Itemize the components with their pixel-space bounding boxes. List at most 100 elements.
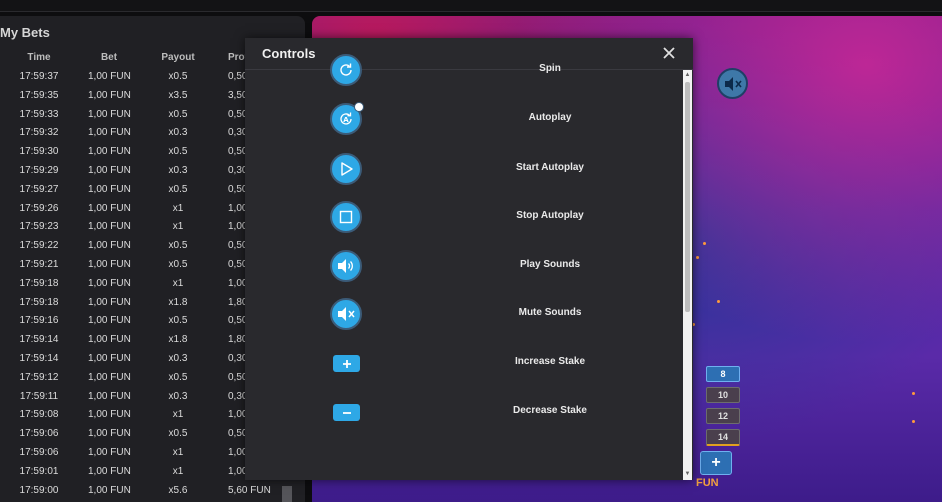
bet-payout: x0.3 [168, 352, 188, 364]
bet-amount: 1,00 FUN [88, 127, 131, 139]
sound-mute-icon [337, 306, 355, 322]
bet-amount: 1,00 FUN [88, 258, 131, 270]
stop-autoplay-button[interactable] [330, 201, 362, 233]
bet-time: 17:59:08 [19, 409, 59, 421]
scroll-thumb[interactable] [685, 82, 690, 312]
control-spin: Spin [245, 50, 681, 90]
bet-time: 17:59:06 [19, 428, 59, 440]
spark [696, 256, 699, 259]
bet-amount: 1,00 FUN [88, 409, 131, 421]
spark [703, 242, 706, 245]
stop-icon [339, 210, 353, 224]
bet-payout: x0.5 [168, 315, 188, 327]
stake-option[interactable]: 8 [706, 366, 740, 382]
bet-payout: x1 [172, 221, 184, 233]
control-label: Increase Stake [514, 356, 586, 367]
bet-time: 17:59:06 [19, 446, 59, 458]
bet-time: 17:59:27 [19, 183, 59, 195]
scroll-down-icon[interactable]: ▼ [684, 471, 691, 477]
autoplay-badge-icon [354, 102, 364, 112]
bet-amount: 1,00 FUN [88, 277, 131, 289]
bet-amount: 1,00 FUN [88, 221, 131, 233]
stake-option[interactable]: 12 [706, 408, 740, 424]
bet-time: 17:59:29 [19, 164, 59, 176]
bet-time: 17:59:14 [19, 352, 59, 364]
bet-amount: 1,00 FUN [88, 465, 131, 477]
bet-payout: x3.5 [168, 89, 188, 101]
bet-payout: x0.5 [168, 146, 188, 158]
bet-amount: 1,00 FUN [88, 202, 131, 214]
bet-payout: x1 [172, 277, 184, 289]
bet-amount: 1,00 FUN [88, 146, 131, 158]
autoplay-button[interactable]: A [330, 102, 364, 135]
start-autoplay-button[interactable] [330, 153, 362, 185]
bet-time: 17:59:32 [19, 127, 59, 139]
control-stop-autoplay: Stop Autoplay [245, 197, 681, 237]
sound-on-icon [337, 258, 355, 274]
bets-scrollbar[interactable] [282, 486, 292, 502]
bet-profit: 5,60 FUN [228, 484, 271, 496]
bet-payout: x1.8 [168, 334, 188, 346]
scroll-up-icon[interactable]: ▲ [684, 72, 691, 78]
table-row: 17:59:00 1,00 FUN x5.6 5,60 FUN [0, 482, 305, 501]
bet-payout: x0.5 [168, 240, 188, 252]
svg-text:A: A [343, 116, 349, 124]
bet-time: 17:59:18 [19, 296, 59, 308]
decrease-stake-button[interactable] [333, 404, 360, 421]
bet-payout: x0.5 [168, 108, 188, 120]
bet-payout: x0.5 [168, 428, 188, 440]
bet-time: 17:59:30 [19, 146, 59, 158]
bet-amount: 1,00 FUN [88, 164, 131, 176]
control-label: Autoplay [528, 112, 572, 123]
bet-time: 17:59:14 [19, 334, 59, 346]
bet-amount: 1,00 FUN [88, 183, 131, 195]
bet-payout: x1 [172, 446, 184, 458]
bet-time: 17:59:16 [19, 315, 59, 327]
bet-amount: 1,00 FUN [88, 296, 131, 308]
bet-time: 17:59:35 [19, 89, 59, 101]
spin-button[interactable] [330, 54, 362, 86]
bet-amount: 1,00 FUN [88, 315, 131, 327]
bet-time: 17:59:12 [19, 371, 59, 383]
bet-time: 17:59:21 [19, 258, 59, 270]
control-label: Spin [539, 63, 561, 74]
currency-label: FUN [696, 477, 719, 489]
increase-stake-button[interactable]: + [700, 451, 732, 475]
bet-amount: 1,00 FUN [88, 484, 131, 496]
mute-sounds-button[interactable] [330, 298, 362, 330]
autoplay-icon: A [337, 110, 355, 128]
bet-payout: x0.5 [168, 371, 188, 383]
spark [912, 392, 915, 395]
stake-option[interactable]: 10 [706, 387, 740, 403]
my-bets-title: My Bets [0, 25, 50, 40]
bet-amount: 1,00 FUN [88, 371, 131, 383]
bet-payout: x0.3 [168, 127, 188, 139]
bet-amount: 1,00 FUN [88, 108, 131, 120]
control-label: Stop Autoplay [516, 210, 584, 221]
control-label: Mute Sounds [518, 307, 582, 318]
bet-amount: 1,00 FUN [88, 446, 131, 458]
increase-stake-button[interactable] [333, 355, 360, 372]
bet-time: 17:59:18 [19, 277, 59, 289]
bet-payout: x1 [172, 465, 184, 477]
plus-icon [341, 358, 353, 370]
bet-payout: x5.6 [168, 484, 188, 496]
stake-option[interactable]: 14 [706, 429, 740, 446]
spin-icon [338, 62, 354, 78]
control-label: Start Autoplay [516, 162, 584, 173]
bet-time: 17:59:00 [19, 484, 59, 496]
modal-scrollbar[interactable]: ▲ ▼ [683, 70, 692, 480]
play-sounds-button[interactable] [330, 250, 362, 282]
bet-payout: x1 [172, 409, 184, 421]
bet-amount: 1,00 FUN [88, 71, 131, 82]
game-mute-button[interactable] [717, 68, 748, 99]
control-start-autoplay: Start Autoplay [245, 149, 681, 189]
bet-amount: 1,00 FUN [88, 428, 131, 440]
bet-time: 17:59:01 [19, 465, 59, 477]
minus-icon [341, 407, 353, 419]
control-mute-sounds: Mute Sounds [245, 294, 681, 334]
control-label: Decrease Stake [513, 405, 587, 416]
column-payout: Payout [161, 52, 195, 63]
top-bar [0, 0, 942, 12]
bet-payout: x0.3 [168, 390, 188, 402]
